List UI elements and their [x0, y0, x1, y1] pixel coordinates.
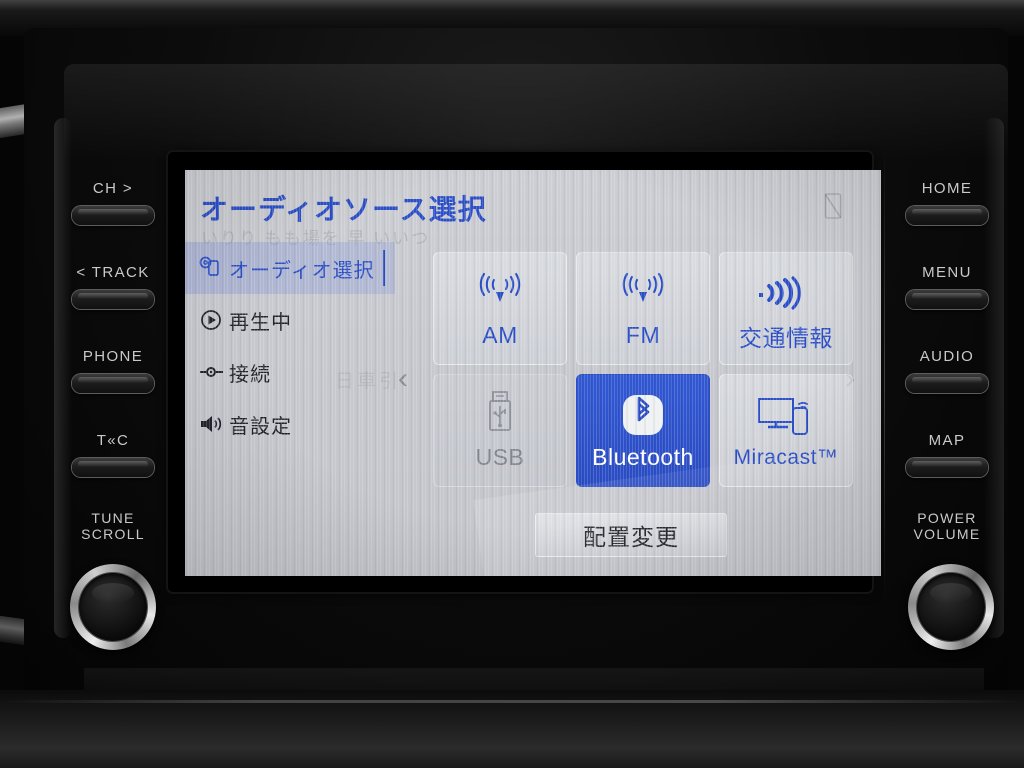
track-button[interactable]: < TRACK	[50, 264, 176, 348]
head-unit-photo: CH > < TRACK PHONE T«C TUNE SCROLL HOME …	[0, 0, 1024, 768]
ch-button-label: CH >	[92, 180, 134, 197]
source-tile-fm[interactable]: FM	[576, 252, 710, 365]
tune-scroll-knob[interactable]	[70, 564, 156, 650]
source-tile-bluetooth[interactable]: Bluetooth	[576, 374, 710, 487]
map-button-label: MAP	[928, 432, 966, 449]
track-button-key[interactable]	[72, 290, 154, 309]
page-prev-chevron-icon[interactable]: ‹	[398, 362, 408, 396]
source-tile-traffic-info[interactable]: 交通情報	[719, 252, 853, 365]
screen-cast-icon	[755, 392, 817, 440]
power-volume-knob-face[interactable]	[917, 573, 985, 641]
left-button-column: CH > < TRACK PHONE T«C	[50, 180, 176, 516]
ch-button-key[interactable]	[72, 206, 154, 225]
source-tile-grid: AM FM 交通情報 USB Bluetooth Miracast™	[433, 252, 853, 496]
play-circle-icon	[199, 308, 229, 332]
audio-source-disc-icon	[199, 256, 229, 280]
sidebar-item-connection[interactable]: 接続	[185, 346, 395, 398]
sidebar-item-connection-label: 接続	[229, 363, 271, 386]
rearrange-button-label: 配置変更	[583, 524, 679, 550]
tune-scroll-label-line2: SCROLL	[81, 526, 145, 542]
menu-button[interactable]: MENU	[884, 264, 1010, 348]
usb-plug-icon	[481, 390, 519, 438]
dashboard-bottom-highlight	[0, 700, 1024, 703]
power-volume-label-line1: POWER	[917, 510, 977, 526]
sidebar-active-caret	[383, 250, 385, 286]
sidebar-item-sound-settings-label: 音設定	[229, 415, 292, 438]
phone-button-key[interactable]	[72, 374, 154, 393]
sidebar-item-audio-select-label: オーディオ選択	[229, 259, 375, 282]
power-volume-label-line2: VOLUME	[913, 526, 981, 542]
source-tile-traffic-info-label: 交通情報	[739, 324, 833, 351]
source-tile-miracast[interactable]: Miracast™	[719, 374, 853, 487]
connection-plug-icon	[199, 360, 229, 384]
antenna-icon	[615, 268, 671, 316]
home-button[interactable]: HOME	[884, 180, 1010, 264]
audio-button-key[interactable]	[906, 374, 988, 393]
tune-scroll-label-line1: TUNE	[91, 510, 135, 526]
page-title: オーディオソース選択	[200, 194, 487, 225]
home-button-key[interactable]	[906, 206, 988, 225]
source-tile-am[interactable]: AM	[433, 252, 567, 365]
antenna-icon	[472, 268, 528, 316]
source-tile-row-2: USB Bluetooth Miracast™	[433, 374, 853, 487]
sidebar-item-audio-select[interactable]: オーディオ選択	[185, 242, 395, 294]
tune-scroll-knob-face[interactable]	[79, 573, 147, 641]
menu-button-key[interactable]	[906, 290, 988, 309]
sidebar-item-sound-settings[interactable]: 音設定	[185, 398, 395, 450]
source-tile-am-label: AM	[482, 322, 518, 348]
sidebar-item-now-playing[interactable]: 再生中	[185, 294, 395, 346]
rearrange-button[interactable]: 配置変更	[535, 513, 727, 557]
track-button-label: < TRACK	[76, 264, 150, 281]
audio-button[interactable]: AUDIO	[884, 348, 1010, 432]
ch-button[interactable]: CH >	[50, 180, 176, 264]
power-volume-knob-label: POWER VOLUME	[884, 510, 1010, 542]
trim-highlight	[0, 0, 1024, 10]
source-sidebar: オーディオ選択 再生中 接続 音設定	[185, 242, 395, 542]
home-button-label: HOME	[921, 180, 973, 197]
bluetooth-icon	[620, 390, 666, 438]
talk-button-key[interactable]	[72, 458, 154, 477]
source-tile-usb-label: USB	[475, 444, 525, 470]
speaker-icon	[199, 412, 229, 436]
no-signal-icon	[824, 193, 842, 219]
menu-button-label: MENU	[922, 264, 972, 281]
lcd-screen[interactable]: いりり もも場を 早 いいつ 日車引 オーディオソース選択 オーディオ選択 再生…	[185, 170, 881, 576]
audio-button-label: AUDIO	[919, 348, 975, 365]
phone-button[interactable]: PHONE	[50, 348, 176, 432]
talk-button-label: T«C	[96, 432, 130, 449]
talk-button[interactable]: T«C	[50, 432, 176, 516]
source-tile-row-1: AM FM 交通情報	[433, 252, 853, 365]
source-tile-usb[interactable]: USB	[433, 374, 567, 487]
source-tile-miracast-label: Miracast™	[733, 445, 839, 469]
broadcast-bars-icon	[754, 265, 818, 313]
sidebar-item-now-playing-label: 再生中	[229, 311, 292, 334]
tune-scroll-knob-label: TUNE SCROLL	[50, 510, 176, 542]
map-button-key[interactable]	[906, 458, 988, 477]
phone-button-label: PHONE	[82, 348, 144, 365]
power-volume-knob[interactable]	[908, 564, 994, 650]
map-button[interactable]: MAP	[884, 432, 1010, 516]
right-button-column: HOME MENU AUDIO MAP	[884, 180, 1010, 516]
unit-gloss	[64, 64, 1008, 160]
source-tile-fm-label: FM	[625, 322, 661, 348]
source-tile-bluetooth-label: Bluetooth	[592, 444, 694, 470]
